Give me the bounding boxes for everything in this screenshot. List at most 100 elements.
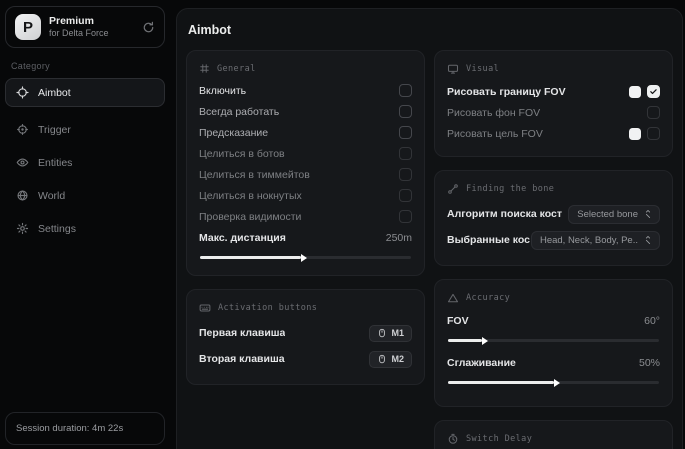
app-logo: P (15, 14, 41, 40)
slider-label: FOV (447, 315, 469, 327)
section-title: General (217, 64, 256, 74)
dropdown-row: Выбранные кос Head, Neck, Body, Pe.. (447, 227, 660, 253)
sidebar-item-label: Trigger (38, 124, 71, 136)
keybind-label: Первая клавиша (199, 327, 285, 339)
toggle-label: Включить (199, 85, 246, 97)
toggle-row: Предсказание (199, 122, 412, 143)
toggle-label: Целиться в нокнутых (199, 190, 302, 202)
license-title: Premium (49, 15, 134, 28)
accuracy-card: Accuracy FOV 60° Сглаживание 50% (434, 279, 673, 407)
toggle-row: Проверка видимости (199, 206, 412, 227)
toggle-label: Целиться в тиммейтов (199, 169, 310, 181)
slider-value: 60° (644, 315, 660, 327)
dropdown-label: Алгоритм поиска кост (447, 208, 562, 220)
sidebar-item-aimbot[interactable]: Aimbot (5, 78, 165, 107)
checkbox[interactable] (399, 168, 412, 181)
toggle-label: Целиться в ботов (199, 148, 285, 160)
visual-row: Рисовать цель FOV (447, 123, 660, 144)
checkbox[interactable] (647, 85, 660, 98)
dropdown-value: Head, Neck, Body, Pe.. (540, 235, 638, 246)
max-distance-row: Макс. дистанция 250m (199, 227, 412, 248)
sidebar-item-label: Aimbot (38, 87, 71, 99)
dropdown[interactable]: Selected bone (568, 205, 660, 224)
sidebar-item-label: Settings (38, 223, 76, 235)
keybind-row: Вторая клавиша M2 (199, 346, 412, 372)
max-distance-slider[interactable] (200, 256, 411, 259)
checkbox[interactable] (647, 106, 660, 119)
color-swatch[interactable] (629, 86, 641, 98)
slider-label-row: Сглаживание 50% (447, 352, 660, 373)
session-duration: Session duration: 4m 22s (5, 412, 165, 445)
visual-row: Рисовать границу FOV (447, 81, 660, 102)
eye-icon (16, 156, 29, 169)
globe-icon (16, 189, 29, 202)
switch-delay-card: Switch Delay Задержка переключения Задер… (434, 420, 673, 449)
keybind-button[interactable]: M1 (369, 325, 412, 342)
keybind-value: M1 (391, 328, 404, 338)
visual-label: Рисовать фон FOV (447, 107, 540, 119)
toggle-label: Всегда работать (199, 106, 279, 118)
sidebar-item-world[interactable]: World (5, 181, 165, 210)
license-subtitle: for Delta Force (49, 28, 134, 39)
mouse-icon (377, 354, 387, 364)
keybind-button[interactable]: M2 (369, 351, 412, 368)
clock-icon (447, 433, 459, 445)
sidebar-item-label: World (38, 190, 65, 202)
slider-value: 250m (386, 232, 412, 244)
triangle-icon (447, 292, 459, 304)
color-swatch[interactable] (629, 128, 641, 140)
checkbox[interactable] (399, 84, 412, 97)
section-title: Finding the bone (466, 184, 554, 194)
checkbox[interactable] (399, 189, 412, 202)
bone-card: Finding the bone Алгоритм поиска кост Sel… (434, 170, 673, 266)
visual-label: Рисовать цель FOV (447, 128, 543, 140)
trigger-icon (16, 123, 29, 136)
dropdown-value: Selected bone (577, 209, 638, 220)
main-panel: Aimbot General Включить Всегда работать Пр… (176, 8, 683, 449)
keybind-row: Первая клавиша M1 (199, 320, 412, 346)
slider-label: Макс. дистанция (199, 232, 286, 244)
dropdown-row: Алгоритм поиска кост Selected bone (447, 201, 660, 227)
license-card: P Premium for Delta Force (5, 6, 165, 48)
general-card: General Включить Всегда работать Предсказа… (186, 50, 425, 276)
sync-icon[interactable] (142, 21, 155, 34)
slider-label: Сглаживание (447, 357, 516, 369)
keybind-value: M2 (391, 354, 404, 364)
toggle-row: Всегда работать (199, 101, 412, 122)
checkbox[interactable] (647, 127, 660, 140)
checkbox[interactable] (399, 105, 412, 118)
unfold-icon (643, 209, 653, 219)
toggle-row: Целиться в нокнутых (199, 185, 412, 206)
slider[interactable] (448, 339, 659, 342)
keybind-label: Вторая клавиша (199, 353, 285, 365)
dropdown[interactable]: Head, Neck, Body, Pe.. (531, 231, 660, 250)
crosshair-icon (16, 86, 29, 99)
checkbox[interactable] (399, 147, 412, 160)
sidebar-item-entities[interactable]: Entities (5, 148, 165, 177)
page-title: Aimbot (188, 23, 673, 37)
mouse-icon (377, 328, 387, 338)
sidebar-item-trigger[interactable]: Trigger (5, 115, 165, 144)
activation-card: Activation buttons Первая клавиша M1 Втора… (186, 289, 425, 385)
slider-label-row: FOV 60° (447, 310, 660, 331)
unfold-icon (643, 235, 653, 245)
sidebar-item-label: Entities (38, 157, 72, 169)
toggle-label: Предсказание (199, 127, 268, 139)
section-title: Activation buttons (218, 303, 317, 313)
keyboard-icon (199, 302, 211, 314)
slider[interactable] (448, 381, 659, 384)
dropdown-label: Выбранные кос (447, 234, 530, 246)
category-label: Category (11, 61, 165, 71)
monitor-icon (447, 63, 459, 75)
toggle-row: Включить (199, 80, 412, 101)
toggle-row: Целиться в тиммейтов (199, 164, 412, 185)
slider-value: 50% (639, 357, 660, 369)
checkbox[interactable] (399, 126, 412, 139)
section-title: Accuracy (466, 293, 510, 303)
section-title: Switch Delay (466, 434, 532, 444)
section-title: Visual (466, 64, 499, 74)
checkbox[interactable] (399, 210, 412, 223)
bone-icon (447, 183, 459, 195)
grid-icon (199, 63, 210, 74)
sidebar-item-settings[interactable]: Settings (5, 214, 165, 243)
